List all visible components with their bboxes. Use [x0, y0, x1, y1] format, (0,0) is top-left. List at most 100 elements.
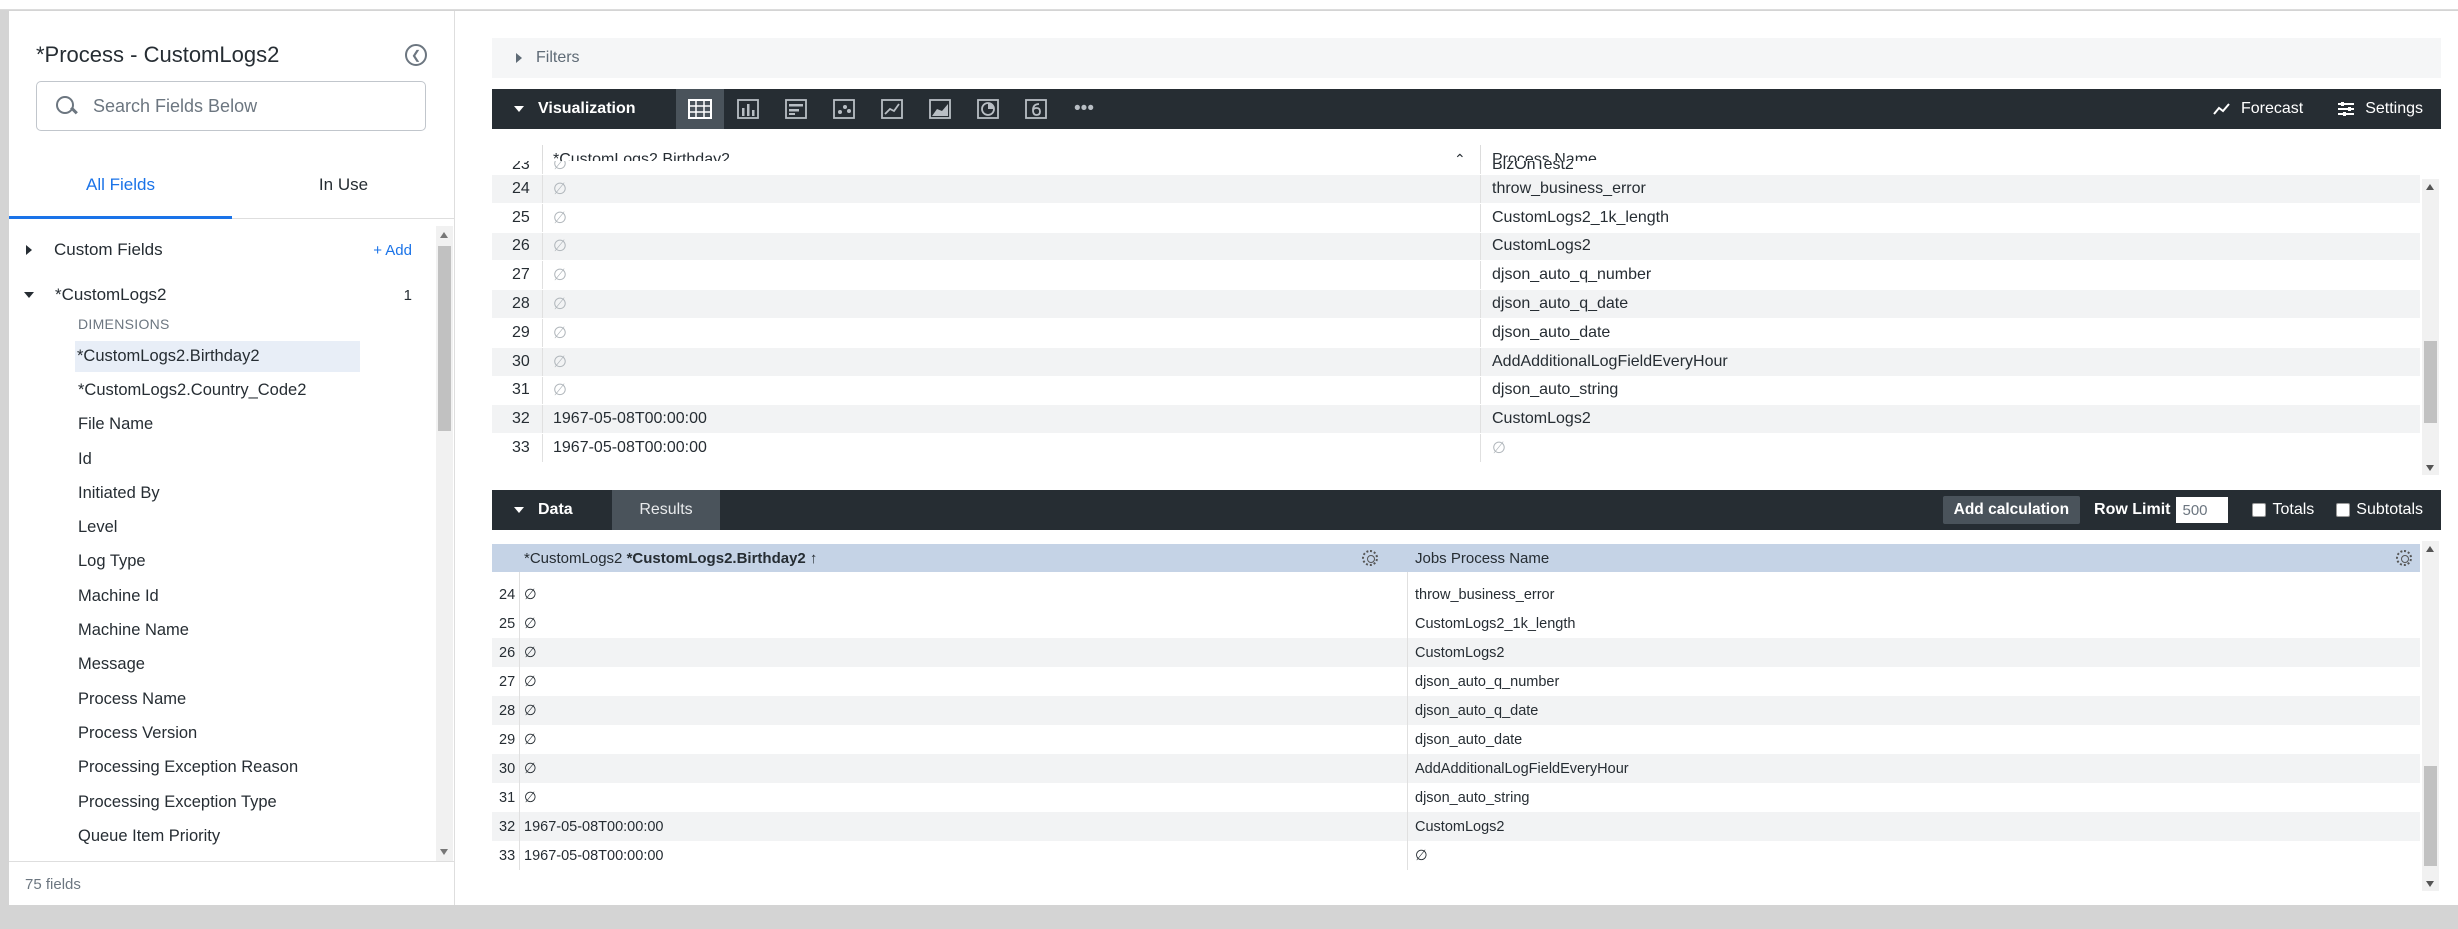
field-count: 75 fields — [9, 861, 455, 905]
pie-chart-icon[interactable] — [964, 89, 1012, 129]
field-list: *CustomLogs2.Birthday2 *CustomLogs2.Coun… — [9, 339, 429, 859]
data-grid-rows: 24 ∅ throw_business_error 25 ∅ CustomLogs2_1… — [492, 572, 2420, 870]
table-row: 25 ∅ CustomLogs2_1k_length — [492, 609, 2420, 638]
scatter-icon[interactable] — [820, 89, 868, 129]
table-row: 29 ∅ djson_auto_date — [492, 725, 2420, 754]
scroll-thumb[interactable] — [438, 246, 451, 431]
line-chart-icon[interactable] — [868, 89, 916, 129]
explore-app: *Process - CustomLogs2 ❮ All Fields In U… — [9, 11, 2458, 905]
field-item[interactable]: Processing Exception Type — [9, 785, 429, 819]
field-item[interactable]: Message — [9, 648, 429, 682]
table-row — [492, 572, 2420, 580]
scroll-down-icon[interactable] — [440, 849, 448, 855]
grid-col-birthday[interactable]: *CustomLogs2 *CustomLogs2.Birthday2 ↑ — [524, 550, 817, 567]
viz-actions: Forecast Settings — [2213, 89, 2423, 129]
field-item[interactable]: Initiated By — [9, 476, 429, 510]
grid-col-process-name[interactable]: Jobs Process Name — [1415, 550, 1549, 567]
table-row: 33 1967-05-08T00:00:00 ∅ — [492, 434, 2420, 463]
results-tab[interactable]: Results — [612, 490, 720, 530]
scroll-up-icon[interactable] — [2426, 184, 2434, 190]
add-custom-field-button[interactable]: + Add — [373, 242, 412, 259]
table-row: 24 ∅ throw_business_error — [492, 580, 2420, 609]
view-section[interactable]: *CustomLogs2 1 — [9, 277, 429, 313]
settings-button[interactable]: Settings — [2337, 100, 2423, 118]
collapse-sidebar-icon[interactable]: ❮ — [405, 44, 427, 66]
data-actions: Add calculation Row Limit Totals Subtota… — [1942, 490, 2423, 530]
table-row: 31 ∅ djson_auto_string — [492, 783, 2420, 812]
single-value-icon[interactable] — [1012, 89, 1060, 129]
field-picker-sidebar: *Process - CustomLogs2 ❮ All Fields In U… — [9, 11, 455, 905]
column-chart-icon[interactable] — [724, 89, 772, 129]
table-row: 29 ∅ djson_auto_date — [492, 318, 2420, 348]
custom-fields-section[interactable]: Custom Fields + Add — [9, 232, 429, 268]
field-item[interactable]: *CustomLogs2.Birthday2 — [9, 339, 429, 373]
explore-title: *Process - CustomLogs2 — [36, 42, 280, 67]
data-grid-header: *CustomLogs2 *CustomLogs2.Birthday2 ↑ Jo… — [492, 544, 2420, 572]
table-row: 27 ∅ djson_auto_q_number — [492, 667, 2420, 696]
field-item[interactable]: Log Type — [9, 545, 429, 579]
caret-down-icon[interactable] — [514, 507, 524, 513]
caret-right-icon — [26, 245, 32, 255]
viz-type-picker: ••• — [676, 89, 1108, 129]
caret-down-icon[interactable] — [514, 106, 524, 112]
view-label: *CustomLogs2 — [55, 285, 167, 304]
tab-all-fields[interactable]: All Fields — [9, 171, 232, 219]
row-limit-input[interactable] — [2176, 497, 2229, 523]
visualization-toolbar: Visualization ••• Forecast Settings — [492, 89, 2441, 129]
totals-checkbox[interactable] — [2252, 503, 2267, 517]
field-item[interactable]: File Name — [9, 408, 429, 442]
field-item[interactable]: Level — [9, 510, 429, 544]
sidebar-scrollbar[interactable] — [436, 226, 453, 861]
filters-label: Filters — [536, 49, 580, 66]
field-item[interactable]: Processing Exception Reason — [9, 751, 429, 785]
filters-section-header[interactable]: Filters — [492, 38, 2441, 78]
table-row: 27 ∅ djson_auto_q_number — [492, 261, 2420, 291]
table-icon[interactable] — [676, 89, 724, 129]
top-bar — [0, 0, 2458, 10]
field-item[interactable]: Queue Item Priority — [9, 819, 429, 853]
field-item[interactable]: Id — [9, 442, 429, 476]
scroll-down-icon[interactable] — [2426, 881, 2434, 887]
table-row: 33 1967-05-08T00:00:00 ∅ — [492, 841, 2420, 870]
tab-in-use[interactable]: In Use — [232, 171, 455, 219]
scroll-up-icon[interactable] — [440, 232, 448, 238]
add-calculation-button[interactable]: Add calculation — [1942, 496, 2081, 524]
field-item[interactable]: Process Version — [9, 716, 429, 750]
table-row: 28 ∅ djson_auto_q_date — [492, 696, 2420, 725]
caret-down-icon — [24, 292, 34, 298]
field-search-input[interactable] — [93, 95, 393, 117]
table-row: 25 ∅ CustomLogs2_1k_length — [492, 203, 2420, 233]
table-row: 31 ∅ djson_auto_string — [492, 376, 2420, 406]
viz-table-rows: 23 ∅ BizOnTest2 24 ∅ throw_business_error … — [492, 161, 2420, 463]
area-chart-icon[interactable] — [916, 89, 964, 129]
forecast-button[interactable]: Forecast — [2213, 100, 2303, 118]
scroll-up-icon[interactable] — [2426, 546, 2434, 552]
viz-table-scrollbar[interactable] — [2422, 179, 2439, 475]
field-item[interactable]: *CustomLogs2.Country_Code2 — [9, 373, 429, 407]
visualization-label[interactable]: Visualization — [538, 100, 636, 118]
totals-label: Totals — [2272, 501, 2315, 518]
table-row: 24 ∅ throw_business_error — [492, 175, 2420, 204]
table-row: 30 ∅ AddAdditionalLogFieldEveryHour — [492, 347, 2420, 377]
data-label[interactable]: Data — [538, 501, 573, 519]
table-row: 28 ∅ djson_auto_q_date — [492, 290, 2420, 319]
field-item[interactable]: Machine Name — [9, 613, 429, 647]
table-row: 23 ∅ BizOnTest2 — [492, 161, 2420, 175]
gear-icon[interactable] — [2396, 550, 2412, 566]
visualization-table: *CustomLogs2.Birthday2 ⌃ Process Name 23… — [492, 139, 2441, 475]
table-row: 32 1967-05-08T00:00:00 CustomLogs2 — [492, 812, 2420, 841]
field-search-box[interactable] — [36, 81, 426, 131]
more-icon[interactable]: ••• — [1060, 89, 1108, 129]
scroll-down-icon[interactable] — [2426, 465, 2434, 471]
bar-chart-icon[interactable] — [772, 89, 820, 129]
scroll-thumb[interactable] — [2424, 341, 2437, 423]
data-toolbar: Data Results Add calculation Row Limit T… — [492, 490, 2441, 530]
table-row: 32 1967-05-08T00:00:00 CustomLogs2 — [492, 405, 2420, 435]
field-item[interactable]: Machine Id — [9, 579, 429, 613]
subtotals-checkbox[interactable] — [2336, 503, 2351, 517]
data-grid-scrollbar[interactable] — [2422, 541, 2439, 891]
gear-icon[interactable] — [1362, 550, 1378, 566]
scroll-thumb[interactable] — [2424, 766, 2437, 866]
table-row: 26 ∅ CustomLogs2 — [492, 232, 2420, 262]
field-item[interactable]: Process Name — [9, 682, 429, 716]
